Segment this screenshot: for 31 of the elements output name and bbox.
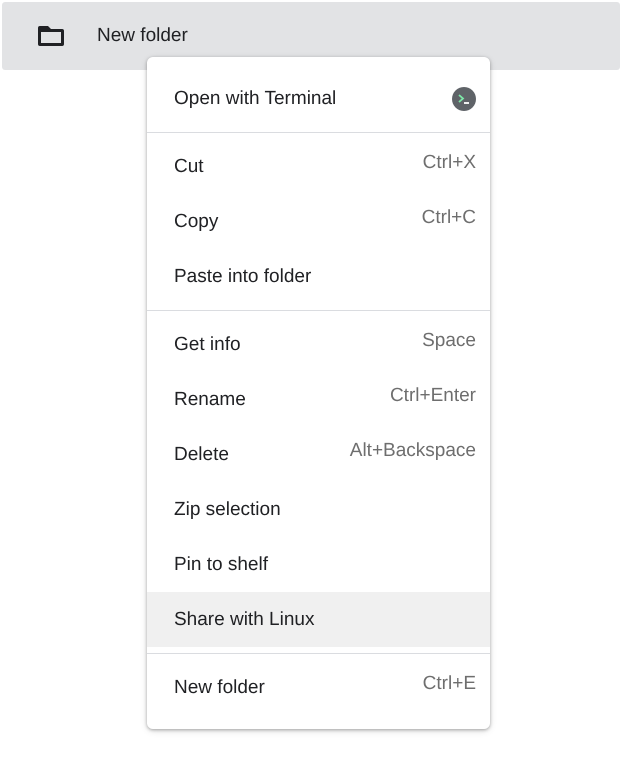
menu-item-label: Copy [174,210,218,232]
menu-item-label: Rename [174,388,246,410]
menu-item-label: Get info [174,334,241,356]
menu-item-label: Zip selection [174,498,281,520]
menu-item[interactable]: Rename Ctrl+Enter [147,372,490,427]
menu-item[interactable]: New folder Ctrl+E [147,660,490,715]
shortcut-label: Ctrl+Enter [390,384,476,406]
menu-item-label: Share with Linux [174,608,314,630]
menu-item-label: Delete [174,444,229,466]
menu-item[interactable]: Cut Ctrl+X [147,139,490,194]
menu-item-label: New folder [174,676,265,698]
menu-item[interactable]: Get info Space [147,317,490,372]
menu-item[interactable]: Open with Terminal [147,71,490,126]
file-name: New folder [97,25,188,47]
terminal-icon [452,86,476,110]
shortcut-label: Ctrl+E [422,672,476,694]
menu-item[interactable]: Paste into folder [147,249,490,304]
shortcut-label: Space [422,330,476,352]
menu-item-label: Open with Terminal [174,88,336,110]
menu-item-label: Cut [174,156,204,178]
menu-item[interactable]: Copy Ctrl+C [147,194,490,249]
menu-item[interactable]: Pin to shelf [147,537,490,592]
menu-item[interactable]: Share with Linux [147,592,490,647]
shortcut-label: Ctrl+X [422,152,476,174]
menu-item-label: Pin to shelf [174,554,268,576]
folder-icon [38,25,64,47]
shortcut-label: Ctrl+C [422,206,476,228]
menu-item-label: Paste into folder [174,266,312,288]
menu-item[interactable]: Delete Alt+Backspace [147,427,490,482]
menu-item[interactable]: Zip selection [147,482,490,537]
shortcut-label: Alt+Backspace [350,440,476,462]
